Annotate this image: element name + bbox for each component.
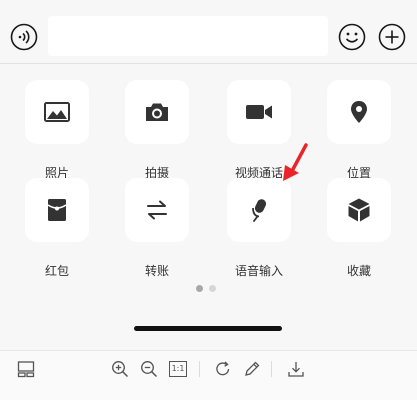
rotate-icon (216, 361, 230, 376)
zoom-out-button[interactable] (139, 359, 159, 379)
add-icon (378, 23, 406, 51)
zoom-in-icon (112, 361, 129, 378)
tile (25, 80, 89, 144)
panel-item-voice-input[interactable]: 语音输入 (215, 178, 305, 278)
panel-item-label: 红包 (44, 264, 69, 278)
home-indicator[interactable] (134, 326, 282, 331)
download-button[interactable] (286, 359, 306, 379)
page-indicator (196, 285, 216, 292)
annotation-arrow (283, 143, 308, 181)
tile (327, 178, 391, 242)
panel-item-location[interactable]: 位置 (315, 80, 405, 180)
panel-item-label: 转账 (144, 264, 169, 278)
zoom-out-icon (141, 361, 158, 378)
voice-button[interactable] (10, 23, 38, 51)
zoom-in-button[interactable] (110, 359, 130, 379)
tile (125, 178, 189, 242)
favorites-icon (348, 198, 370, 222)
emoji-icon (338, 23, 366, 51)
panel-item-label: 语音输入 (234, 264, 283, 278)
video-call-icon (246, 105, 272, 119)
actual-size-label: 1:1 (171, 364, 185, 373)
transfer-icon (147, 200, 167, 220)
chat-input-bar (0, 0, 417, 64)
emoji-button[interactable] (338, 23, 366, 51)
panel-item-camera[interactable]: 拍摄 (113, 80, 203, 180)
message-input[interactable] (48, 16, 328, 56)
photo-icon (44, 102, 70, 122)
panel-item-red-packet[interactable]: 红包 (13, 178, 103, 278)
layout-icon (17, 361, 35, 378)
panel-item-transfer[interactable]: 转账 (113, 178, 203, 278)
page-dot[interactable] (209, 285, 216, 292)
actual-size-icon: 1:1 (169, 361, 187, 377)
more-functions-button[interactable] (378, 23, 406, 51)
microphone-icon (252, 199, 267, 222)
camera-icon (146, 103, 168, 121)
toolbar-separator (271, 361, 272, 377)
rotate-button[interactable] (213, 359, 233, 379)
tile (327, 80, 391, 144)
location-icon (351, 101, 367, 123)
tile (227, 80, 291, 144)
edit-button[interactable] (242, 359, 262, 379)
red-packet-icon (47, 199, 67, 221)
actual-size-button[interactable]: 1:1 (168, 359, 188, 379)
panel-item-photo[interactable]: 照片 (13, 80, 103, 180)
tile (25, 178, 89, 242)
toolbar-separator (199, 361, 200, 377)
function-panel: 照片 拍摄 视频通话 位置 红包 转账 语音输入 收藏 (0, 65, 417, 350)
tile (125, 80, 189, 144)
panel-item-favorites[interactable]: 收藏 (315, 178, 405, 278)
download-icon (288, 362, 304, 377)
tile (227, 178, 291, 242)
edit-icon (245, 361, 260, 376)
page-dot-active[interactable] (196, 285, 203, 292)
voice-icon (10, 23, 38, 51)
panel-item-label: 收藏 (346, 264, 371, 278)
viewer-toolbar: 1:1 (0, 350, 417, 400)
layout-button[interactable] (16, 359, 36, 379)
